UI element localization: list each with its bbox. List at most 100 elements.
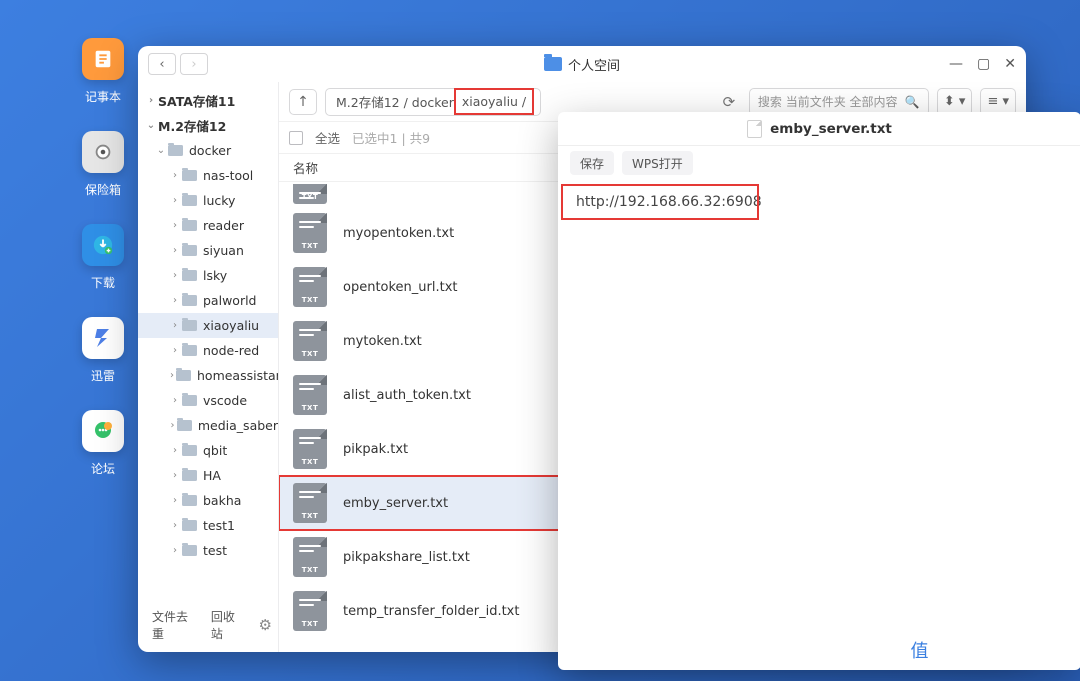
folder-icon xyxy=(182,195,197,206)
txt-file-icon xyxy=(293,184,327,204)
tree-label: bakha xyxy=(203,493,241,508)
tree-item-qbit[interactable]: › qbit xyxy=(138,438,278,463)
tree-label: M.2存储12 xyxy=(158,116,226,135)
tree-item-siyuan[interactable]: › siyuan xyxy=(138,238,278,263)
close-button[interactable]: ✕ xyxy=(1004,57,1016,71)
chevron-icon: › xyxy=(170,345,180,356)
folder-icon xyxy=(182,320,197,331)
tree-item-lsky[interactable]: › lsky xyxy=(138,263,278,288)
tree-label: vscode xyxy=(203,393,247,408)
txt-file-icon xyxy=(293,483,327,523)
tree-label: HA xyxy=(203,468,221,483)
file-name: emby_server.txt xyxy=(343,496,448,511)
file-name: pikpak.txt xyxy=(343,442,408,457)
settings-icon[interactable]: ⚙ xyxy=(259,616,272,634)
chevron-icon: › xyxy=(170,395,180,406)
folder-icon xyxy=(182,170,197,181)
dock-notes[interactable]: 记事本 xyxy=(82,38,124,105)
chevron-icon: › xyxy=(170,245,180,256)
breadcrumb[interactable]: M.2存储12 / docker xiaoyaliu / xyxy=(325,88,541,116)
forum-icon xyxy=(82,410,124,452)
maximize-button[interactable]: ▢ xyxy=(977,57,990,71)
txt-file-icon xyxy=(293,591,327,631)
watermark-text: 什么值得买 xyxy=(943,636,1048,665)
folder-icon xyxy=(176,370,191,381)
tree-label: SATA存储11 xyxy=(158,91,235,110)
tree-label: siyuan xyxy=(203,243,244,258)
search-placeholder: 搜索 当前文件夹 全部内容 xyxy=(758,93,898,110)
preview-save-button[interactable]: 保存 xyxy=(570,151,614,175)
tree-item-palworld[interactable]: ›palworld xyxy=(138,288,278,313)
tree-label: qbit xyxy=(203,443,227,458)
dock-safe[interactable]: 保险箱 xyxy=(82,131,124,198)
tree-label: media_saber xyxy=(198,418,278,433)
dock-label: 迅雷 xyxy=(91,367,115,384)
tree-label: test1 xyxy=(203,518,235,533)
chevron-icon: › xyxy=(170,445,180,456)
nav-back-button[interactable]: ‹ xyxy=(148,53,176,75)
tree-item-M.2存储12[interactable]: ⌄M.2存储12 xyxy=(138,113,278,138)
chevron-icon: ⌄ xyxy=(156,145,166,156)
chevron-icon: › xyxy=(170,270,180,281)
search-icon: 🔍 xyxy=(905,95,920,109)
tree-item-media_saber[interactable]: ›media_saber xyxy=(138,413,278,438)
folder-icon xyxy=(182,395,197,406)
tree-item-node-red[interactable]: ›node-red xyxy=(138,338,278,363)
file-name: pikpakshare_list.txt xyxy=(343,550,470,565)
minimize-button[interactable]: — xyxy=(949,57,963,71)
tree-item-xiaoyaliu[interactable]: ›xiaoyaliu xyxy=(138,313,278,338)
tree-item-test[interactable]: ›test xyxy=(138,538,278,563)
select-all-checkbox[interactable] xyxy=(289,131,303,145)
chevron-icon: › xyxy=(170,520,180,531)
folder-icon xyxy=(182,295,197,306)
reload-button[interactable]: ⟳ xyxy=(717,93,741,111)
tree-item-test1[interactable]: › test1 xyxy=(138,513,278,538)
select-all-label[interactable]: 全选 xyxy=(315,128,340,147)
chevron-icon: › xyxy=(170,470,180,481)
tree-item-HA[interactable]: › HA xyxy=(138,463,278,488)
txt-file-icon xyxy=(293,213,327,253)
tree-item-SATA存储11[interactable]: ›SATA存储11 xyxy=(138,88,278,113)
folder-icon xyxy=(182,445,197,456)
tree-item-homeassistant[interactable]: ›homeassistant xyxy=(138,363,278,388)
file-name: temp_transfer_folder_id.txt xyxy=(343,604,519,619)
tree-item-lucky[interactable]: ›lucky xyxy=(138,188,278,213)
chevron-icon: › xyxy=(170,220,180,231)
desktop-dock: 记事本 保险箱 下载 迅雷 论坛 xyxy=(78,38,128,503)
window-title: 个人空间 xyxy=(568,55,620,74)
dock-label: 记事本 xyxy=(85,88,121,105)
tree-item-nas-tool[interactable]: ›nas-tool xyxy=(138,163,278,188)
folder-icon xyxy=(168,145,183,156)
chevron-icon: › xyxy=(170,295,180,306)
nav-forward-button[interactable]: › xyxy=(180,53,208,75)
selection-info: 已选中1 | 共9 xyxy=(352,128,430,147)
preview-filename: emby_server.txt xyxy=(770,121,892,137)
tree-item-bakha[interactable]: ›bakha xyxy=(138,488,278,513)
file-name: alist_auth_token.txt xyxy=(343,388,471,403)
tree-label: docker xyxy=(189,143,231,158)
folder-icon xyxy=(182,470,197,481)
tree-item-vscode[interactable]: › vscode xyxy=(138,388,278,413)
sidebar: ›SATA存储11⌄M.2存储12⌄docker›nas-tool›lucky›… xyxy=(138,82,279,652)
recycle-bin-button[interactable]: 回收站 xyxy=(211,608,245,642)
tree-item-reader[interactable]: ›reader xyxy=(138,213,278,238)
titlebar: ‹ › 个人空间 — ▢ ✕ xyxy=(138,46,1026,82)
chevron-icon: › xyxy=(170,370,174,381)
folder-icon xyxy=(182,345,197,356)
preview-wps-button[interactable]: WPS打开 xyxy=(622,151,693,175)
chevron-icon: › xyxy=(170,545,180,556)
watermark-icon: 值 xyxy=(903,633,937,667)
folder-icon xyxy=(182,245,197,256)
file-name: myopentoken.txt xyxy=(343,226,454,241)
dock-download[interactable]: 下载 xyxy=(82,224,124,291)
file-name: opentoken_url.txt xyxy=(343,280,458,295)
dedupe-button[interactable]: 文件去重 xyxy=(152,608,197,642)
dock-xunlei[interactable]: 迅雷 xyxy=(82,317,124,384)
up-button[interactable]: ↑ xyxy=(289,89,317,115)
tree-item-docker[interactable]: ⌄ docker xyxy=(138,138,278,163)
folder-icon xyxy=(182,495,197,506)
tree-label: lsky xyxy=(203,268,227,283)
dock-label: 论坛 xyxy=(91,460,115,477)
tree-label: lucky xyxy=(203,193,235,208)
dock-forum[interactable]: 论坛 xyxy=(82,410,124,477)
